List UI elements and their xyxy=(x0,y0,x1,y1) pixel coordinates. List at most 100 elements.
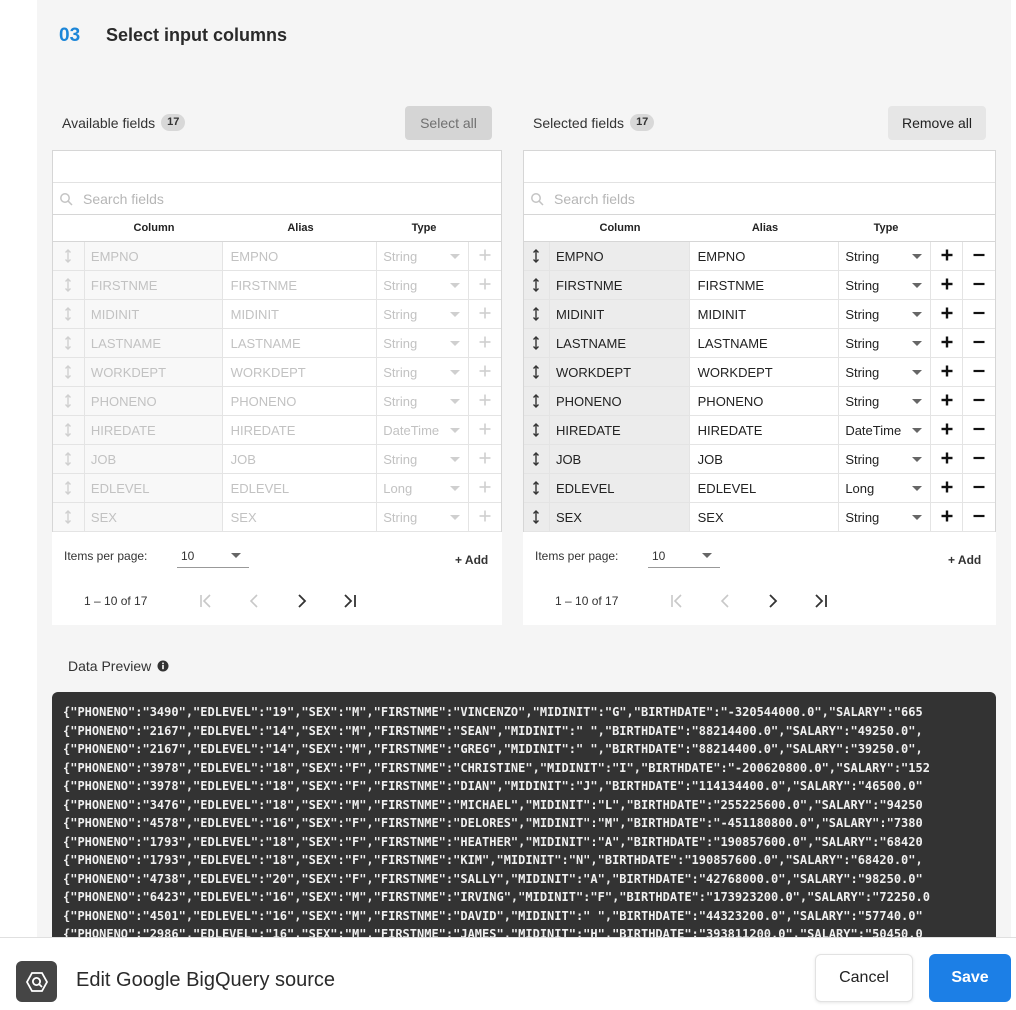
add-row-button[interactable] xyxy=(469,474,501,502)
alias-field[interactable]: FIRSTNME xyxy=(223,271,378,299)
prev-page-icon[interactable] xyxy=(246,593,262,609)
alias-field[interactable]: SEX xyxy=(223,503,378,531)
drag-handle-icon[interactable] xyxy=(524,242,550,270)
drag-handle-icon[interactable] xyxy=(524,329,550,357)
available-search-input[interactable] xyxy=(81,189,461,208)
first-page-icon[interactable] xyxy=(198,593,214,609)
remove-row-button[interactable] xyxy=(963,300,995,328)
cancel-button[interactable]: Cancel xyxy=(815,954,913,1002)
add-row-button[interactable] xyxy=(469,329,501,357)
alias-field[interactable]: EMPNO xyxy=(223,242,378,270)
selected-add-button[interactable]: + Add xyxy=(948,553,981,567)
alias-field[interactable]: EDLEVEL xyxy=(223,474,378,502)
drag-handle-icon[interactable] xyxy=(524,358,550,386)
alias-field[interactable]: PHONENO xyxy=(223,387,378,415)
table-row[interactable]: EMPNO EMPNO String xyxy=(524,242,995,271)
add-row-button[interactable] xyxy=(931,300,964,328)
type-select[interactable]: String xyxy=(839,329,932,357)
drag-handle-icon[interactable] xyxy=(524,271,550,299)
add-row-button[interactable] xyxy=(469,242,501,270)
alias-field[interactable]: EMPNO xyxy=(690,242,840,270)
available-add-button[interactable]: + Add xyxy=(455,553,488,567)
data-preview-panel[interactable]: {"PHONENO":"3490","EDLEVEL":"19","SEX":"… xyxy=(52,692,996,940)
remove-row-button[interactable] xyxy=(963,387,995,415)
type-select[interactable]: String xyxy=(377,271,470,299)
alias-field[interactable]: MIDINIT xyxy=(690,300,840,328)
table-row[interactable]: MIDINIT MIDINIT String xyxy=(53,300,501,329)
add-row-button[interactable] xyxy=(469,387,501,415)
type-select[interactable]: String xyxy=(377,358,470,386)
table-row[interactable]: EDLEVEL EDLEVEL Long xyxy=(53,474,501,503)
type-select[interactable]: String xyxy=(377,300,470,328)
selected-search-input[interactable] xyxy=(552,189,932,208)
drag-handle-icon[interactable] xyxy=(524,503,550,531)
remove-all-button[interactable]: Remove all xyxy=(888,106,986,140)
drag-handle-icon[interactable] xyxy=(53,387,85,415)
table-row[interactable]: LASTNAME LASTNAME String xyxy=(524,329,995,358)
drag-handle-icon[interactable] xyxy=(524,474,550,502)
select-all-button[interactable]: Select all xyxy=(405,106,492,140)
type-select[interactable]: String xyxy=(839,271,932,299)
alias-field[interactable]: PHONENO xyxy=(690,387,840,415)
alias-field[interactable]: LASTNAME xyxy=(690,329,840,357)
table-row[interactable]: WORKDEPT WORKDEPT String xyxy=(524,358,995,387)
add-row-button[interactable] xyxy=(931,242,964,270)
table-row[interactable]: MIDINIT MIDINIT String xyxy=(524,300,995,329)
add-row-button[interactable] xyxy=(931,387,964,415)
type-select[interactable]: DateTime xyxy=(377,416,470,444)
type-select[interactable]: String xyxy=(839,387,932,415)
add-row-button[interactable] xyxy=(469,503,501,531)
remove-row-button[interactable] xyxy=(963,474,995,502)
alias-field[interactable]: WORKDEPT xyxy=(223,358,378,386)
info-icon[interactable] xyxy=(157,660,169,672)
type-select[interactable]: Long xyxy=(839,474,932,502)
type-select[interactable]: String xyxy=(377,445,470,473)
type-select[interactable]: String xyxy=(377,242,470,270)
alias-field[interactable]: HIREDATE xyxy=(690,416,840,444)
drag-handle-icon[interactable] xyxy=(524,416,550,444)
drag-handle-icon[interactable] xyxy=(53,503,85,531)
add-row-button[interactable] xyxy=(931,358,964,386)
available-items-per-page-select[interactable]: 10 xyxy=(177,548,249,568)
drag-handle-icon[interactable] xyxy=(53,329,85,357)
alias-field[interactable]: WORKDEPT xyxy=(690,358,840,386)
prev-page-icon[interactable] xyxy=(717,593,733,609)
type-select[interactable]: String xyxy=(839,300,932,328)
table-row[interactable]: FIRSTNME FIRSTNME String xyxy=(524,271,995,300)
add-row-button[interactable] xyxy=(469,416,501,444)
alias-field[interactable]: FIRSTNME xyxy=(690,271,840,299)
remove-row-button[interactable] xyxy=(963,358,995,386)
table-row[interactable]: EDLEVEL EDLEVEL Long xyxy=(524,474,995,503)
type-select[interactable]: String xyxy=(839,445,932,473)
table-row[interactable]: SEX SEX String xyxy=(524,503,995,532)
remove-row-button[interactable] xyxy=(963,503,995,531)
table-row[interactable]: HIREDATE HIREDATE DateTime xyxy=(524,416,995,445)
save-button[interactable]: Save xyxy=(929,954,1011,1002)
add-row-button[interactable] xyxy=(931,445,964,473)
remove-row-button[interactable] xyxy=(963,329,995,357)
add-row-button[interactable] xyxy=(931,503,964,531)
type-select[interactable]: DateTime xyxy=(839,416,932,444)
add-row-button[interactable] xyxy=(469,445,501,473)
add-row-button[interactable] xyxy=(931,271,964,299)
alias-field[interactable]: HIREDATE xyxy=(223,416,378,444)
drag-handle-icon[interactable] xyxy=(524,387,550,415)
type-select[interactable]: String xyxy=(839,358,932,386)
add-row-button[interactable] xyxy=(931,329,964,357)
type-select[interactable]: String xyxy=(377,387,470,415)
drag-handle-icon[interactable] xyxy=(53,358,85,386)
drag-handle-icon[interactable] xyxy=(524,300,550,328)
alias-field[interactable]: JOB xyxy=(223,445,378,473)
alias-field[interactable]: EDLEVEL xyxy=(690,474,840,502)
table-row[interactable]: JOB JOB String xyxy=(524,445,995,474)
table-row[interactable]: EMPNO EMPNO String xyxy=(53,242,501,271)
remove-row-button[interactable] xyxy=(963,416,995,444)
selected-items-per-page-select[interactable]: 10 xyxy=(648,548,720,568)
alias-field[interactable]: SEX xyxy=(690,503,840,531)
drag-handle-icon[interactable] xyxy=(53,271,85,299)
add-row-button[interactable] xyxy=(469,358,501,386)
drag-handle-icon[interactable] xyxy=(53,416,85,444)
table-row[interactable]: PHONENO PHONENO String xyxy=(524,387,995,416)
remove-row-button[interactable] xyxy=(963,445,995,473)
add-row-button[interactable] xyxy=(931,474,964,502)
